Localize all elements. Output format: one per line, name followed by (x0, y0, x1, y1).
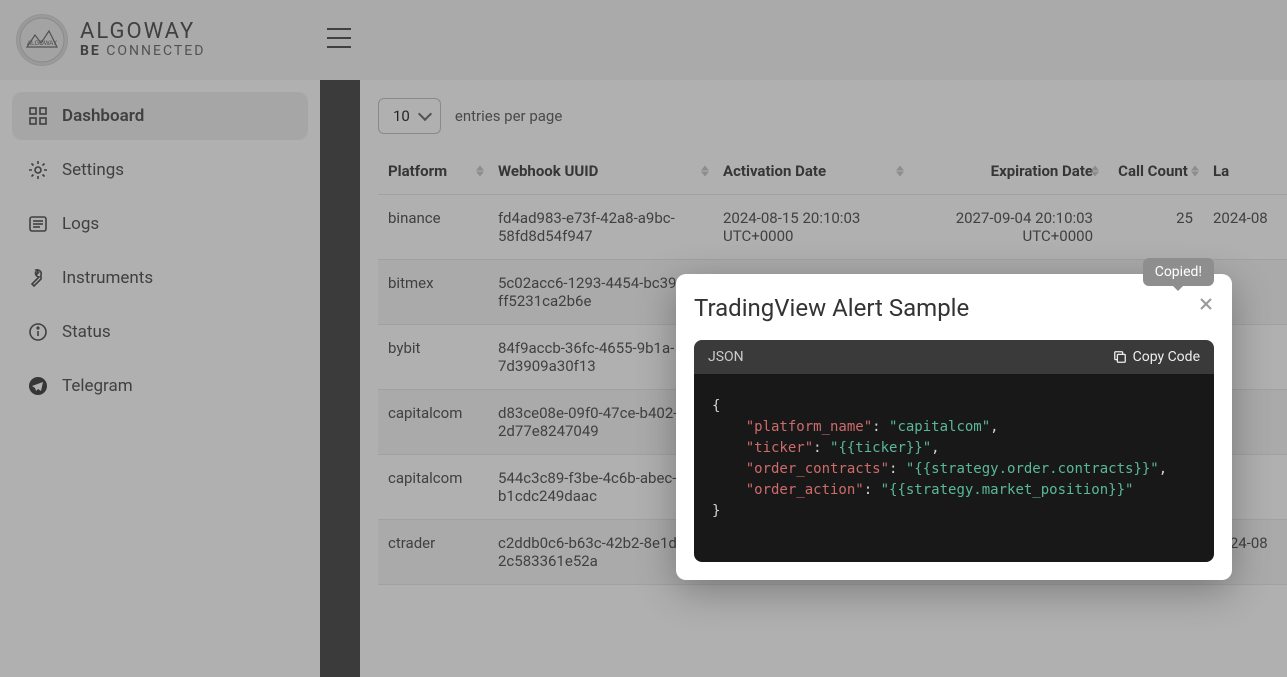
modal-title: TradingView Alert Sample (694, 294, 969, 322)
code-content[interactable]: { "platform_name": "capitalcom", "ticker… (694, 374, 1214, 562)
close-icon (1200, 298, 1212, 310)
modal-close-button[interactable] (1198, 294, 1214, 316)
copy-code-button[interactable]: Copy Code (1113, 349, 1200, 365)
code-lang-label: JSON (708, 349, 744, 365)
copy-icon (1113, 350, 1127, 364)
copied-tooltip: Copied! (1143, 258, 1214, 286)
code-sample-box: JSON Copy Code { "platform_name": "capit… (694, 340, 1214, 562)
alert-sample-modal: Copied! TradingView Alert Sample JSON Co… (676, 274, 1232, 580)
